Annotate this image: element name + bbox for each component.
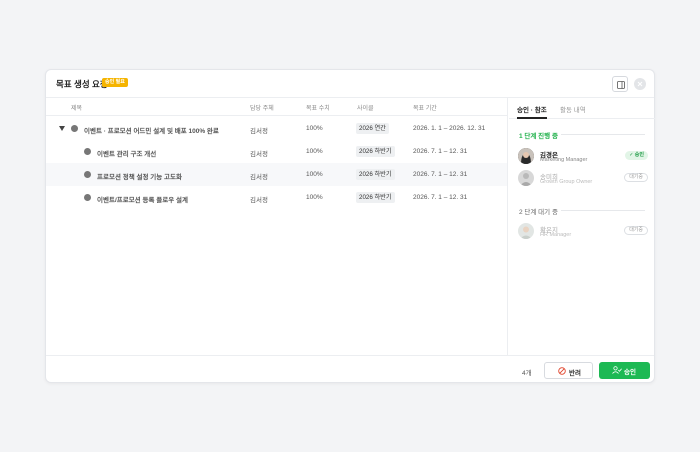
col-header-value: 목표 수치 [306, 106, 330, 112]
reject-label: 반려 [569, 370, 581, 377]
close-button[interactable] [634, 78, 646, 90]
goal-name: 이벤트/프로모션 등록 플로우 설계 [97, 197, 188, 204]
col-header-cycle: 사이클 [357, 106, 374, 112]
goal-cycle: 2026 하반기 [356, 192, 395, 203]
goal-value: 100% [306, 171, 323, 178]
goal-period: 2026. 1. 1 – 2026. 12. 31 [413, 125, 486, 132]
modal-footer: 4개 반려 승인 [46, 355, 654, 384]
approver-role: HR Manager [540, 232, 572, 238]
ban-icon [558, 367, 566, 375]
goal-value: 100% [306, 148, 323, 155]
status-badge: ✓ 승인 [625, 151, 648, 160]
item-count: 4개 [522, 370, 532, 377]
avatar [71, 125, 78, 132]
goal-cycle: 2026 하반기 [356, 169, 395, 180]
goal-owner: 김서정 [250, 151, 268, 158]
caret-down-icon[interactable] [59, 126, 65, 131]
col-header-owner: 담당 주체 [250, 106, 274, 112]
avatar [84, 171, 91, 178]
goal-period: 2026. 7. 1 – 12. 31 [413, 194, 468, 201]
approver-item: 송미희 Growth Group Owner 대기중 [518, 170, 648, 188]
col-header-title: 제목 [71, 106, 83, 112]
stage-2-label: 2 단계 대기 중 [519, 209, 558, 216]
goal-name: 이벤트 · 프로모션 어드민 설계 및 배포 100% 완료 [84, 128, 219, 135]
col-header-period: 목표 기간 [413, 106, 437, 112]
avatar [84, 194, 91, 201]
avatar [84, 148, 91, 155]
goal-value: 100% [306, 125, 323, 132]
divider [561, 134, 645, 135]
goal-name: 프로모션 정책 설정 기능 고도화 [97, 174, 182, 181]
approver-role: Growth Group Owner [540, 179, 593, 185]
approval-side-panel: 승인 · 참조 활동 내역 1 단계 진행 중 김경은 Marketing Ma… [509, 98, 655, 355]
user-check-icon [612, 366, 622, 374]
table-row[interactable]: 이벤트 · 프로모션 어드민 설계 및 배포 100% 완료 김서정 100% … [46, 117, 507, 140]
toggle-panel-button[interactable] [612, 76, 628, 92]
side-panel-icon [617, 81, 625, 89]
status-badge: 대기중 [624, 226, 648, 235]
stage-1-label: 1 단계 진행 중 [519, 133, 558, 140]
goal-cycle: 2026 연간 [356, 123, 389, 134]
avatar [518, 170, 534, 186]
modal-title: 목표 생성 요청 [56, 79, 108, 89]
goal-owner: 김서정 [250, 174, 268, 181]
goal-period: 2026. 7. 1 – 12. 31 [413, 171, 468, 178]
table-row[interactable]: 이벤트 관리 구조 개선 김서정 100% 2026 하반기 2026. 7. … [46, 140, 507, 163]
goal-owner: 김서정 [250, 128, 268, 135]
modal-header: 목표 생성 요청 승인 필요 [46, 70, 654, 98]
goal-period: 2026. 7. 1 – 12. 31 [413, 148, 468, 155]
person-avatar-icon [518, 170, 534, 186]
approve-label: 승인 [624, 369, 636, 376]
goal-table: 제목 담당 주체 목표 수치 사이클 목표 기간 이벤트 · 프로모션 어드민 … [46, 98, 508, 355]
active-tab-indicator [517, 117, 547, 119]
close-icon [637, 81, 643, 87]
approver-item: 황은지 HR Manager 대기중 [518, 223, 648, 241]
approver-item: 김경은 Marketing Manager ✓ 승인 [518, 148, 648, 166]
person-avatar-icon [518, 148, 534, 164]
goal-value: 100% [306, 194, 323, 201]
status-badge: 대기중 [624, 173, 648, 182]
person-avatar-icon [518, 223, 534, 239]
table-header: 제목 담당 주체 목표 수치 사이클 목표 기간 [46, 98, 507, 116]
table-row[interactable]: 프로모션 정책 설정 기능 고도화 김서정 100% 2026 하반기 2026… [46, 163, 507, 186]
approval-modal: 목표 생성 요청 승인 필요 제목 담당 주체 목표 수치 사이클 목표 기간 [45, 69, 655, 383]
goal-name: 이벤트 관리 구조 개선 [97, 151, 157, 158]
approver-role: Marketing Manager [540, 157, 588, 163]
avatar [518, 148, 534, 164]
avatar [518, 223, 534, 239]
goal-owner: 김서정 [250, 197, 268, 204]
goal-cycle: 2026 하반기 [356, 146, 395, 157]
tab-approval[interactable]: 승인 · 참조 [517, 104, 547, 114]
table-row[interactable]: 이벤트/프로모션 등록 플로우 설계 김서정 100% 2026 하반기 202… [46, 186, 507, 209]
divider [561, 210, 645, 211]
approve-button[interactable]: 승인 [599, 362, 650, 379]
tab-activity[interactable]: 활동 내역 [560, 104, 586, 114]
reject-button[interactable]: 반려 [544, 362, 593, 379]
approval-required-badge: 승인 필요 [102, 78, 128, 87]
